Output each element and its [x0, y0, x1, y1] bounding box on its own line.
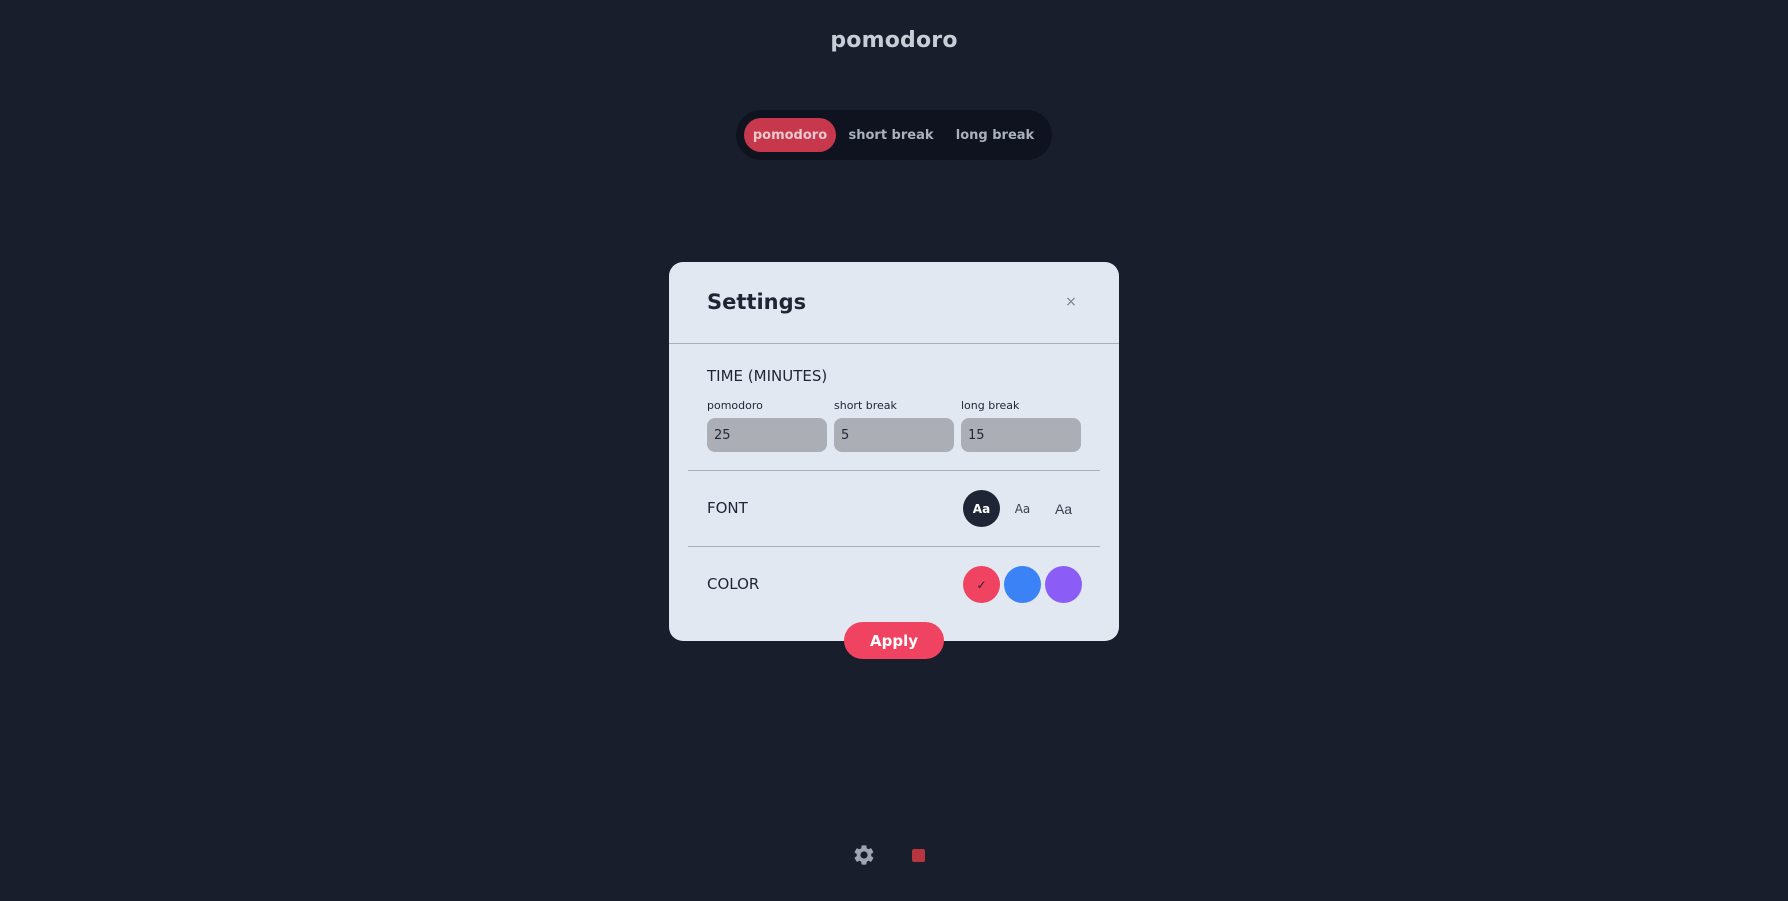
- pomodoro-field-label: pomodoro: [707, 399, 763, 412]
- divider: [688, 546, 1100, 547]
- tab-pomodoro[interactable]: pomodoro: [744, 118, 836, 152]
- time-section-label: TIME (MINUTES): [707, 367, 828, 385]
- long-break-minutes-input[interactable]: [961, 418, 1081, 452]
- color-section-label: COLOR: [707, 575, 760, 593]
- font-option-1[interactable]: Aa: [963, 490, 1000, 527]
- check-icon: ✓: [976, 577, 987, 592]
- short-break-field-label: short break: [834, 399, 897, 412]
- font-option-3[interactable]: Aa: [1045, 490, 1082, 527]
- settings-dialog: Settings × TIME (MINUTES) pomodoro short…: [669, 262, 1119, 641]
- stop-icon[interactable]: [912, 848, 925, 862]
- apply-button[interactable]: Apply: [844, 622, 944, 659]
- color-options: ✓: [963, 566, 1082, 603]
- close-icon[interactable]: ×: [1061, 292, 1081, 312]
- bottom-controls: [852, 843, 925, 867]
- short-break-minutes-input[interactable]: [834, 418, 954, 452]
- settings-header: Settings ×: [669, 262, 1119, 344]
- long-break-field-label: long break: [961, 399, 1020, 412]
- tab-long-break[interactable]: long break: [946, 118, 1044, 152]
- pomodoro-minutes-input[interactable]: [707, 418, 827, 452]
- font-section-label: FONT: [707, 499, 748, 517]
- color-option-blue[interactable]: [1004, 566, 1041, 603]
- settings-title: Settings: [707, 290, 807, 314]
- mode-tabs: pomodoro short break long break: [736, 110, 1052, 160]
- gear-icon[interactable]: [852, 843, 876, 867]
- tab-short-break[interactable]: short break: [836, 118, 946, 152]
- app-title: pomodoro: [830, 28, 958, 53]
- color-option-red[interactable]: ✓: [963, 566, 1000, 603]
- divider: [688, 470, 1100, 471]
- color-option-purple[interactable]: [1045, 566, 1082, 603]
- font-option-2[interactable]: Aa: [1004, 490, 1041, 527]
- font-options: Aa Aa Aa: [963, 490, 1082, 527]
